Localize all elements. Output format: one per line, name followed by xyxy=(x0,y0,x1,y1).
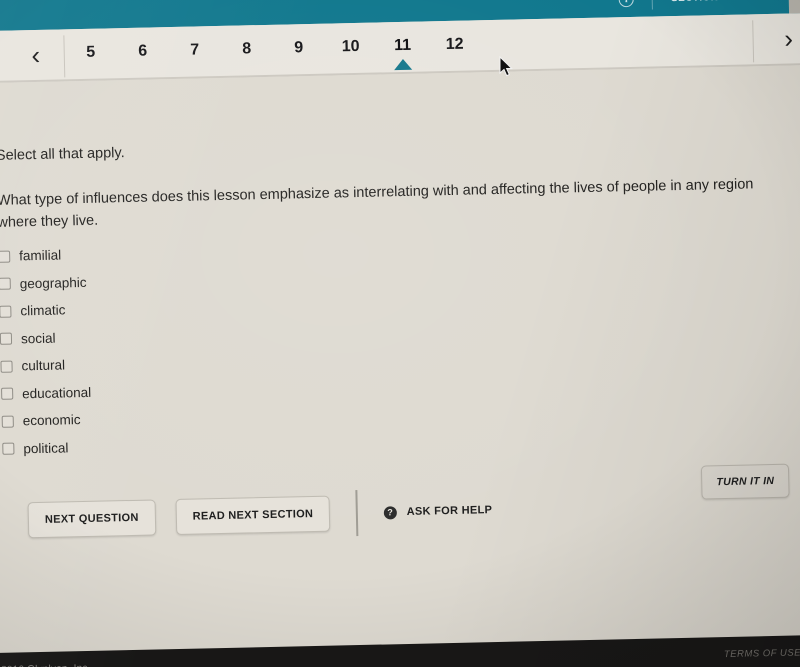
option-label-social: social xyxy=(20,330,56,347)
section-of-word: OF xyxy=(730,0,743,1)
checkbox-economic[interactable] xyxy=(1,415,14,428)
question-mark-icon: ? xyxy=(383,505,397,519)
option-cultural[interactable]: cultural xyxy=(0,351,91,380)
option-label-geographic: geographic xyxy=(19,274,87,292)
section-label: SECTION xyxy=(671,0,718,4)
section-number: 4 xyxy=(721,0,726,1)
question-number-6[interactable]: 6 xyxy=(117,42,169,63)
answer-options-list: familial geographic climatic social cult… xyxy=(0,241,93,463)
page-footer: 2016 Glynlyon, Inc. TERMS OF USE xyxy=(0,634,800,667)
action-row-divider xyxy=(355,490,359,537)
option-economic[interactable]: economic xyxy=(1,406,92,435)
question-number-12[interactable]: 12 xyxy=(428,35,480,56)
terms-of-use-link[interactable]: TERMS OF USE xyxy=(724,647,800,660)
read-next-section-button[interactable]: READ NEXT SECTION xyxy=(175,495,331,536)
option-educational[interactable]: educational xyxy=(1,378,92,407)
option-social[interactable]: social xyxy=(0,323,90,352)
next-question-button[interactable]: NEXT QUESTION xyxy=(27,499,157,539)
checkbox-political[interactable] xyxy=(2,442,15,456)
screen-photo: i SECTION 4 OF 5 QUES ‹ ‹ 5 6 7 8 xyxy=(0,0,800,667)
question-content-area: Select all that apply. What type of infl… xyxy=(0,64,800,667)
ask-for-help-button[interactable]: ? ASK FOR HELP xyxy=(383,504,493,519)
checkbox-educational[interactable] xyxy=(1,387,14,401)
ask-for-help-label: ASK FOR HELP xyxy=(406,504,493,518)
option-climatic[interactable]: climatic xyxy=(0,296,90,325)
select-all-instruction: Select all that apply. xyxy=(0,145,125,164)
option-label-familial: familial xyxy=(19,247,62,264)
nav-next-question-button[interactable]: › xyxy=(753,13,800,65)
application-screen: i SECTION 4 OF 5 QUES ‹ ‹ 5 6 7 8 xyxy=(0,0,800,667)
checkbox-social[interactable] xyxy=(0,332,13,346)
header-right-edge-panel xyxy=(788,0,800,14)
option-label-climatic: climatic xyxy=(20,302,66,319)
option-geographic[interactable]: geographic xyxy=(0,268,89,297)
section-total: 5 xyxy=(745,0,750,1)
option-political[interactable]: political xyxy=(2,433,93,462)
question-number-5[interactable]: 5 xyxy=(65,43,117,64)
header-divider xyxy=(651,0,654,10)
action-button-row: NEXT QUESTION READ NEXT SECTION ? ASK FO… xyxy=(27,487,492,543)
info-circle-icon[interactable]: i xyxy=(618,0,635,7)
option-familial[interactable]: familial xyxy=(0,241,89,270)
checkbox-geographic[interactable] xyxy=(0,277,11,291)
section-indicator: SECTION 4 OF 5 xyxy=(671,0,751,4)
question-number-10[interactable]: 10 xyxy=(324,38,376,59)
option-label-economic: economic xyxy=(22,412,81,429)
question-number-7[interactable]: 7 xyxy=(169,41,221,62)
checkbox-climatic[interactable] xyxy=(0,305,12,318)
checkbox-familial[interactable] xyxy=(0,250,11,263)
question-text: What type of influences does this lesson… xyxy=(0,176,754,231)
option-label-cultural: cultural xyxy=(21,357,66,374)
question-number-9[interactable]: 9 xyxy=(273,39,325,60)
option-label-political: political xyxy=(23,440,69,457)
option-label-educational: educational xyxy=(22,384,92,402)
current-question-caret-icon xyxy=(393,58,413,71)
question-number-11[interactable]: 11 xyxy=(376,36,428,71)
copyright-text: 2016 Glynlyon, Inc. xyxy=(1,662,91,667)
question-number-8[interactable]: 8 xyxy=(221,40,273,61)
question-number-11-label: 11 xyxy=(394,36,412,55)
nav-prev-question-button[interactable]: ‹ xyxy=(7,29,64,80)
turn-it-in-button[interactable]: TURN IT IN xyxy=(701,463,790,500)
checkbox-cultural[interactable] xyxy=(0,360,13,373)
